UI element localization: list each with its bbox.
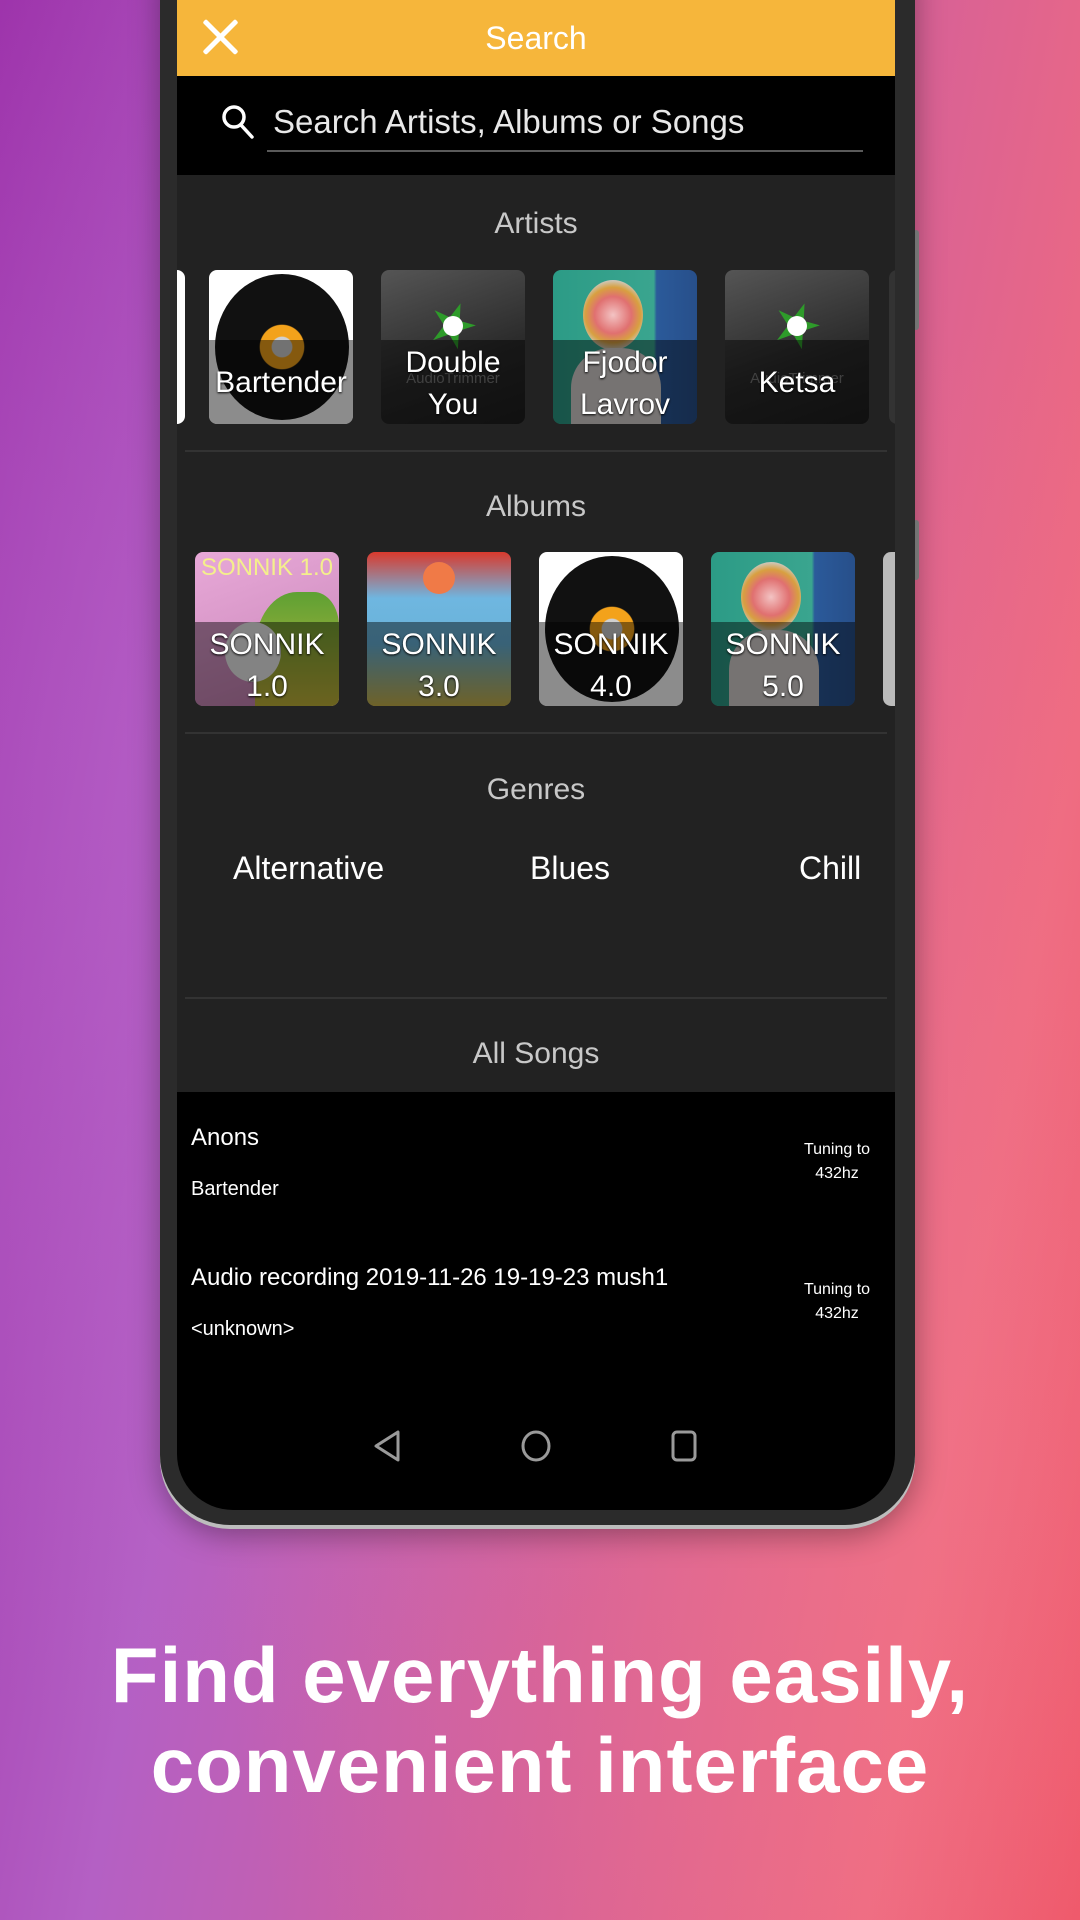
- tuning-badge[interactable]: Tuning to 432hz: [787, 1278, 887, 1326]
- album-name: SONNIK 5.0: [725, 628, 841, 703]
- album-tile[interactable]: SONNIK 4.0: [539, 552, 683, 706]
- search-input[interactable]: [267, 94, 863, 152]
- song-title: Audio recording 2019-11-26 19-19-23 mush…: [191, 1264, 669, 1291]
- albums-carousel[interactable]: SONNIK 1.0 SONNIK 1.0 SONNIK 3.0 SONNIK …: [177, 552, 895, 708]
- genres-section-title: Genres: [486, 773, 586, 806]
- artist-name: Ketsa: [758, 366, 836, 399]
- album-tile-partial[interactable]: [883, 552, 895, 706]
- recents-icon[interactable]: [664, 1426, 704, 1466]
- artist-tile[interactable]: AudioTrimmer Ketsa: [725, 270, 869, 424]
- song-list-item[interactable]: Anons Bartender Tuning to 432hz: [177, 1124, 895, 1244]
- artist-name: Double You: [405, 346, 501, 421]
- song-list-item[interactable]: Audio recording 2019-11-26 19-19-23 mush…: [177, 1264, 895, 1384]
- artists-section-title: Artists: [494, 207, 578, 240]
- app-screen: Search Artists Bartender AudioTrimmer Do…: [177, 0, 895, 1510]
- section-divider: [185, 450, 887, 452]
- song-artist: Bartender: [191, 1178, 279, 1200]
- artist-name: Fjodor Lavrov: [579, 346, 671, 421]
- songs-section-title: All Songs: [472, 1037, 600, 1070]
- song-artist: <unknown>: [191, 1318, 295, 1340]
- song-title: Anons: [191, 1124, 260, 1151]
- home-icon[interactable]: [516, 1426, 556, 1466]
- album-name: SONNIK 4.0: [553, 628, 669, 703]
- album-tile[interactable]: SONNIK 1.0 SONNIK 1.0: [195, 552, 339, 706]
- artist-tile[interactable]: Fjodor Lavrov: [553, 270, 697, 424]
- songs-list: Anons Bartender Tuning to 432hz Audio rec…: [177, 1092, 895, 1392]
- album-tile[interactable]: SONNIK 3.0: [367, 552, 511, 706]
- system-nav-bar: [177, 1408, 895, 1488]
- header-bar: Search: [177, 0, 895, 76]
- artist-tile[interactable]: Bartender: [209, 270, 353, 424]
- section-divider: [185, 997, 887, 999]
- artists-carousel[interactable]: Bartender AudioTrimmer Double You Fjodor…: [177, 270, 895, 426]
- search-results: Artists Bartender AudioTrimmer Double Yo…: [177, 175, 895, 1092]
- album-name: SONNIK 3.0: [381, 628, 497, 703]
- page-title: Search: [485, 20, 587, 56]
- albums-section-title: Albums: [485, 490, 587, 523]
- genres-carousel[interactable]: Alternative Blues Chill: [177, 850, 895, 900]
- caption-line-2: convenient interface: [150, 1721, 930, 1809]
- artist-tile-partial[interactable]: [177, 270, 185, 424]
- album-name: SONNIK 1.0: [209, 628, 325, 703]
- artist-tile-partial[interactable]: [889, 270, 895, 424]
- artist-tile[interactable]: AudioTrimmer Double You: [381, 270, 525, 424]
- genre-item[interactable]: Blues: [530, 850, 610, 887]
- search-icon: [222, 105, 254, 139]
- back-icon[interactable]: [368, 1426, 408, 1466]
- genre-item[interactable]: Chill: [799, 850, 861, 887]
- artist-name: Bartender: [215, 366, 347, 399]
- close-icon[interactable]: [197, 14, 243, 60]
- search-bar: [177, 76, 895, 175]
- tuning-badge[interactable]: Tuning to 432hz: [787, 1138, 887, 1186]
- genre-item[interactable]: Alternative: [233, 850, 384, 887]
- section-divider: [185, 732, 887, 734]
- album-tile[interactable]: SONNIK 5.0: [711, 552, 855, 706]
- caption-line-1: Find everything easily,: [110, 1631, 970, 1719]
